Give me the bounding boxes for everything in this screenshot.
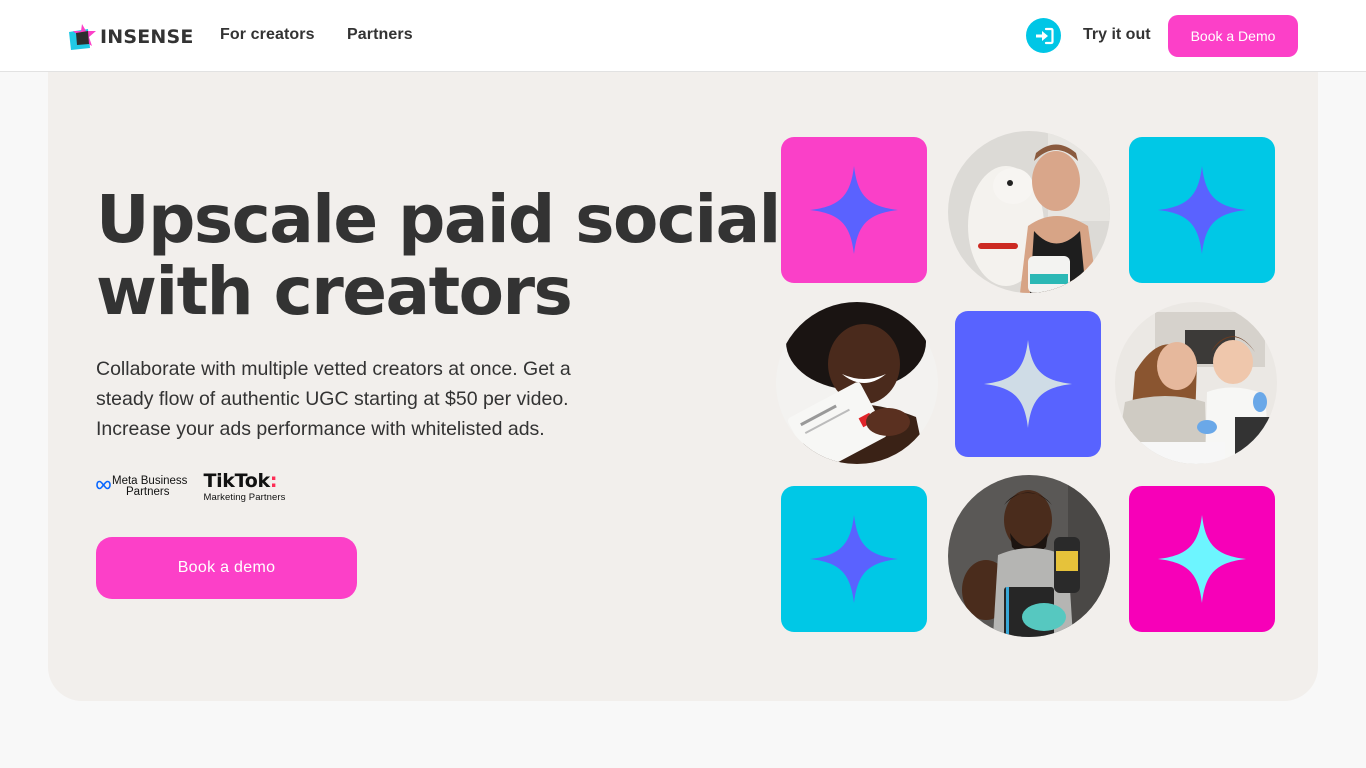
- partner-badges: Meta Business Partners TikTok: Marketing…: [96, 471, 286, 503]
- tiktok-word-text: TikTok: [203, 470, 270, 492]
- site-header: INSENSE For creators Partners Try it out…: [0, 0, 1366, 72]
- woman-with-dog-image: [948, 131, 1110, 293]
- magenta-star-tile: [1129, 486, 1275, 632]
- creator-photo-man-with-products: [948, 475, 1110, 637]
- nav-for-creators[interactable]: For creators: [220, 26, 315, 44]
- creator-photo-woman-with-product: [776, 302, 938, 464]
- creator-photo-woman-with-dog: [948, 131, 1110, 293]
- hero-subtitle: Collaborate with multiple vetted creator…: [96, 358, 571, 440]
- sparkle-star-icon: [1158, 515, 1246, 603]
- meta-badge-line2: Partners: [126, 486, 170, 498]
- sparkle-star-icon: [984, 340, 1072, 428]
- blue-star-tile: [955, 311, 1101, 457]
- insense-logo-icon: [69, 24, 96, 50]
- login-button[interactable]: [1026, 18, 1061, 53]
- sparkle-star-icon: [810, 515, 898, 603]
- man-with-products-image: [948, 475, 1110, 637]
- hero-title-line1: Upscale paid social: [96, 181, 781, 258]
- book-demo-header-button[interactable]: Book a Demo: [1168, 15, 1298, 57]
- meta-business-partners-badge: Meta Business Partners: [96, 475, 187, 498]
- hero-title-line2: with creators: [96, 253, 573, 330]
- cyan-star-tile-2: [781, 486, 927, 632]
- sparkle-star-icon: [1158, 166, 1246, 254]
- meta-infinity-icon: [96, 480, 111, 490]
- pink-star-tile: [781, 137, 927, 283]
- sign-in-icon: [1035, 27, 1054, 44]
- tiktok-badge-subtitle: Marketing Partners: [203, 492, 286, 503]
- try-it-out-link[interactable]: Try it out: [1083, 26, 1151, 44]
- hero-title: Upscale paid social with creators: [96, 184, 796, 328]
- insense-logo[interactable]: INSENSE: [68, 23, 194, 51]
- woman-with-product-image: [776, 302, 938, 464]
- cyan-star-tile: [1129, 137, 1275, 283]
- book-demo-cta-button[interactable]: Book a demo: [96, 537, 357, 599]
- brand-name: INSENSE: [100, 26, 194, 48]
- tiktok-colon-icon: :: [269, 470, 278, 492]
- tiktok-marketing-partners-badge: TikTok: Marketing Partners: [203, 471, 285, 503]
- nav-partners[interactable]: Partners: [347, 26, 413, 44]
- tiktok-wordmark: TikTok:: [203, 471, 285, 491]
- sparkle-star-icon: [810, 166, 898, 254]
- creator-photo-mother-and-son: [1115, 302, 1277, 464]
- mother-and-son-image: [1115, 302, 1277, 464]
